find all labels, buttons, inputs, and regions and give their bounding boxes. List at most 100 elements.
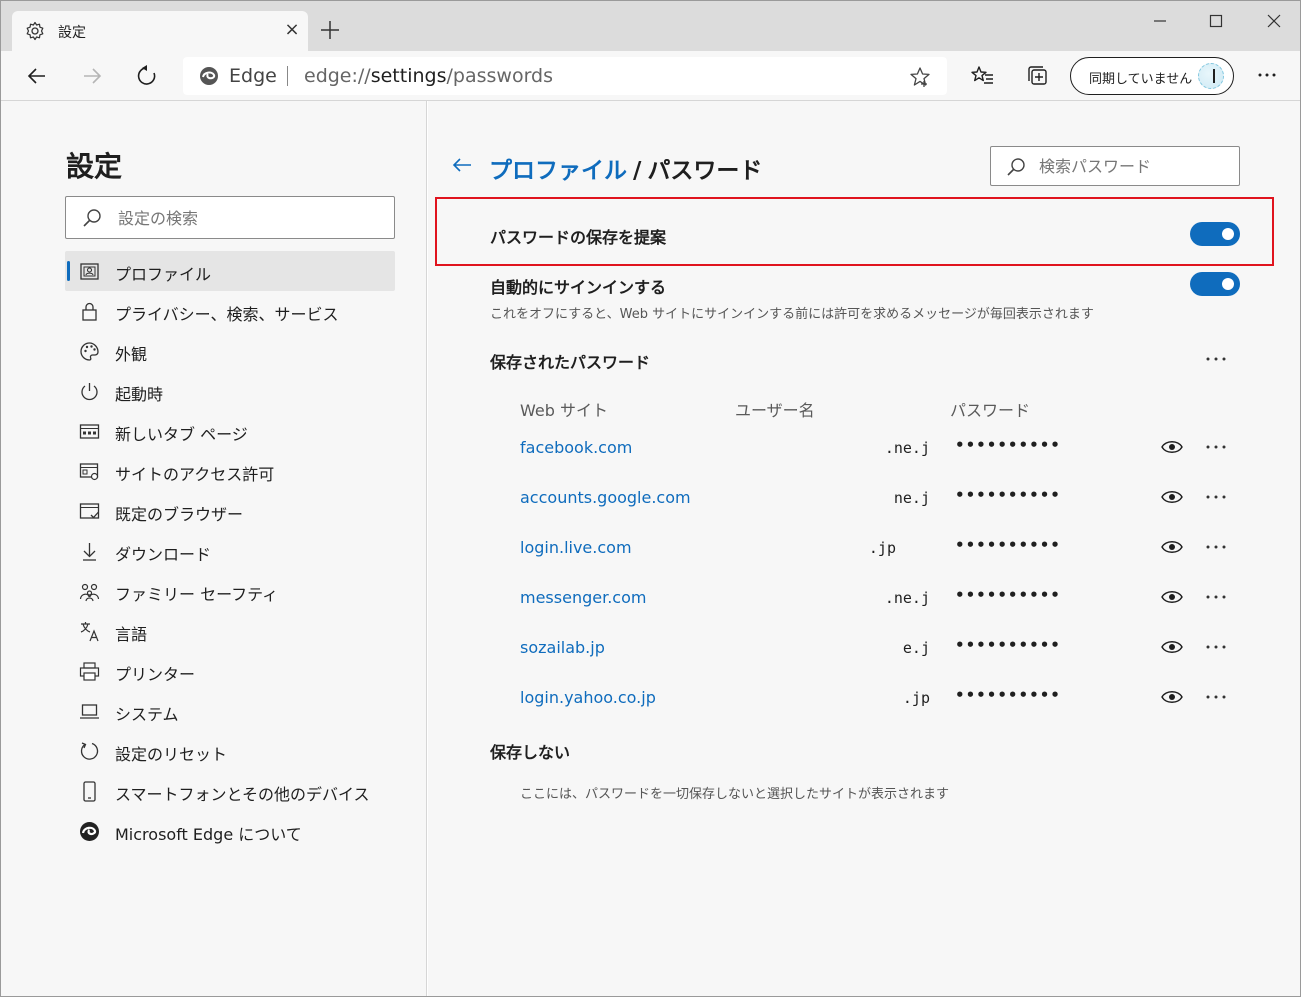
username: e.j: [902, 639, 930, 657]
row-more-icon[interactable]: [1204, 641, 1228, 653]
address-bar[interactable]: Edge edge://settings/passwords: [183, 57, 947, 95]
sidebar-item-label: プライバシー、検索、サービス: [115, 305, 339, 324]
password-search-input[interactable]: [1039, 154, 1229, 178]
site-link[interactable]: login.live.com: [520, 538, 632, 557]
row-more-icon[interactable]: [1204, 691, 1228, 703]
sidebar-item-phone-devices[interactable]: スマートフォンとその他のデバイス: [65, 771, 395, 811]
sidebar-item-reset[interactable]: 設定のリセット: [65, 731, 395, 771]
toolbar: Edge edge://settings/passwords 同期していません: [1, 51, 1300, 101]
minimize-icon[interactable]: [1145, 9, 1175, 33]
site-link[interactable]: accounts.google.com: [520, 488, 691, 507]
sidebar-item-downloads[interactable]: ダウンロード: [65, 531, 395, 571]
sidebar-item-label: プリンター: [115, 665, 196, 684]
sidebar-item-profile[interactable]: プロファイル: [65, 251, 395, 291]
sidebar-item-appearance[interactable]: 外観: [65, 331, 395, 371]
settings-search-input[interactable]: [118, 205, 378, 231]
never-saved-description: ここには、パスワードを一切保存しないと選択したサイトが表示されます: [520, 787, 950, 802]
download-icon: [83, 543, 96, 561]
password-masked: ••••••••••: [955, 486, 1061, 504]
sidebar-item-label: システム: [115, 705, 179, 724]
toggle-knob: [1222, 278, 1234, 290]
show-password-eye-icon[interactable]: [1161, 539, 1183, 555]
sidebar-item-label: 起動時: [115, 385, 164, 404]
reset-icon: [80, 742, 99, 760]
lock-icon: [82, 302, 97, 321]
auto-signin-toggle[interactable]: [1190, 272, 1240, 296]
site-link[interactable]: login.yahoo.co.jp: [520, 688, 656, 707]
site-link[interactable]: facebook.com: [520, 438, 632, 457]
show-password-eye-icon[interactable]: [1161, 589, 1183, 605]
power-icon: [81, 383, 98, 401]
show-password-eye-icon[interactable]: [1161, 439, 1183, 455]
new-tab-page-icon: [79, 424, 100, 439]
back-arrow-icon[interactable]: [450, 153, 474, 177]
password-row: login.live.com .jp ••••••••••: [428, 524, 1300, 574]
page-title: パスワード: [647, 158, 763, 184]
password-row: facebook.com .ne.j ••••••••••: [428, 424, 1300, 474]
sidebar-item-label: 新しいタブ ページ: [115, 425, 248, 444]
username: .jp: [902, 689, 930, 707]
more-options-icon[interactable]: [1256, 64, 1278, 86]
settings-search-box[interactable]: [65, 196, 395, 239]
sidebar-item-family-safety[interactable]: ファミリー セーフティ: [65, 571, 395, 611]
column-header-password: パスワード: [950, 401, 1031, 420]
show-password-eye-icon[interactable]: [1161, 689, 1183, 705]
forward-icon[interactable]: [80, 64, 104, 88]
address-separator: [287, 66, 288, 86]
url-text[interactable]: edge://settings/passwords: [304, 65, 553, 87]
new-tab-icon[interactable]: [319, 19, 341, 41]
avatar: [1198, 63, 1224, 89]
row-more-icon[interactable]: [1204, 441, 1228, 453]
edge-label: Edge: [229, 65, 277, 87]
window-close-icon[interactable]: [1259, 9, 1289, 33]
sidebar-item-label: Microsoft Edge について: [115, 825, 302, 844]
sidebar-item-privacy[interactable]: プライバシー、検索、サービス: [65, 291, 395, 331]
sidebar-item-new-tab[interactable]: 新しいタブ ページ: [65, 411, 395, 451]
printer-icon: [79, 662, 100, 681]
offer-save-toggle[interactable]: [1190, 222, 1240, 246]
sidebar-title: 設定: [66, 150, 123, 183]
show-password-eye-icon[interactable]: [1161, 639, 1183, 655]
sidebar-item-label: スマートフォンとその他のデバイス: [115, 785, 370, 804]
back-icon[interactable]: [25, 64, 49, 88]
breadcrumb-profile-link[interactable]: プロファイル: [489, 158, 627, 184]
row-more-icon[interactable]: [1204, 491, 1228, 503]
show-password-eye-icon[interactable]: [1161, 489, 1183, 505]
maximize-icon[interactable]: [1201, 9, 1231, 33]
row-more-icon[interactable]: [1204, 591, 1228, 603]
sidebar-item-label: 外観: [115, 345, 148, 364]
collections-icon[interactable]: [1026, 64, 1050, 88]
tab-strip: 設定 ×: [1, 1, 1300, 51]
system-icon: [80, 704, 99, 719]
sidebar-item-system[interactable]: システム: [65, 691, 395, 731]
profile-sync-button[interactable]: 同期していません: [1070, 57, 1234, 95]
default-browser-icon: [79, 503, 100, 519]
sidebar-item-site-permissions[interactable]: サイトのアクセス許可: [65, 451, 395, 491]
sync-status-label: 同期していません: [1089, 72, 1193, 87]
favorite-star-icon[interactable]: [909, 66, 931, 88]
language-icon: [80, 622, 99, 642]
close-tab-icon[interactable]: ×: [282, 20, 302, 40]
password-search-box[interactable]: [990, 146, 1240, 186]
site-link[interactable]: messenger.com: [520, 588, 646, 607]
sidebar-item-startup[interactable]: 起動時: [65, 371, 395, 411]
username: .jp: [868, 539, 896, 557]
offer-save-label: パスワードの保存を提案: [490, 228, 667, 247]
sidebar-item-about-edge[interactable]: Microsoft Edge について: [65, 811, 395, 851]
tab-settings[interactable]: 設定 ×: [12, 11, 308, 51]
column-header-user: ユーザー名: [735, 401, 815, 420]
saved-passwords-more-icon[interactable]: [1204, 351, 1228, 367]
sidebar-item-label: ダウンロード: [115, 545, 212, 564]
username: .ne.j: [884, 589, 930, 607]
toggle-knob: [1222, 228, 1234, 240]
favorites-icon[interactable]: [971, 64, 995, 88]
password-row: sozailab.jp e.j ••••••••••: [428, 624, 1300, 674]
passwords-page: プロファイル/パスワード パスワードの保存を提案 自動的にサインインする これを…: [428, 101, 1300, 996]
sidebar-item-default-browser[interactable]: 既定のブラウザー: [65, 491, 395, 531]
refresh-icon[interactable]: [135, 64, 159, 88]
row-more-icon[interactable]: [1204, 541, 1228, 553]
sidebar-item-printers[interactable]: プリンター: [65, 651, 395, 691]
password-masked: ••••••••••: [955, 586, 1061, 604]
site-link[interactable]: sozailab.jp: [520, 638, 605, 657]
sidebar-item-languages[interactable]: 言語: [65, 611, 395, 651]
